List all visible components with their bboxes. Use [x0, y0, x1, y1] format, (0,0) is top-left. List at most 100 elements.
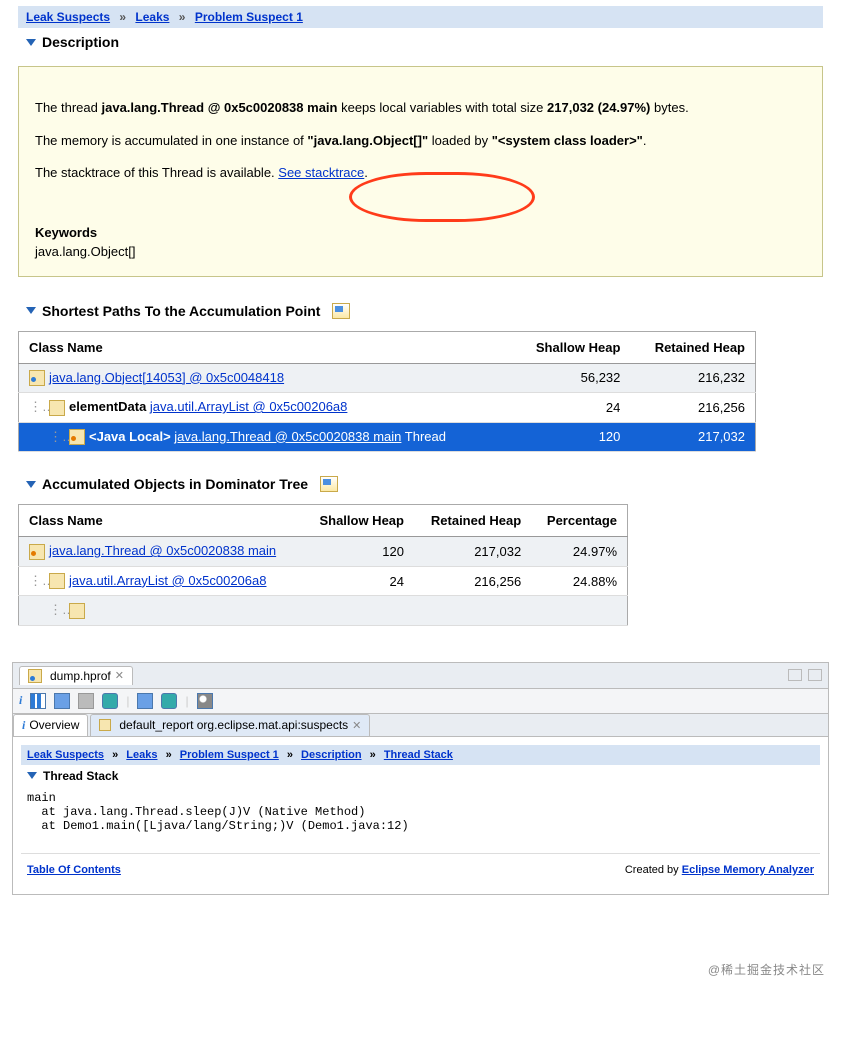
col-shallow[interactable]: Shallow Heap — [512, 331, 630, 363]
search-icon[interactable] — [197, 693, 213, 709]
pct-cell: 24.88% — [531, 566, 627, 596]
col-retained[interactable]: Retained Heap — [414, 505, 531, 537]
subtab-label: Overview — [29, 718, 79, 732]
shallow-cell: 24 — [512, 393, 630, 423]
object-icon — [49, 400, 65, 416]
report-footer: Table Of Contents Created by Eclipse Mem… — [21, 853, 820, 886]
collapse-icon — [26, 307, 36, 314]
class-link[interactable]: java.lang.Thread @ 0x5c0020838 main — [49, 543, 276, 558]
maximize-icon[interactable] — [808, 669, 822, 681]
dominator-table: Class Name Shallow Heap Retained Heap Pe… — [18, 504, 628, 626]
run-icon[interactable] — [137, 693, 153, 709]
subtab-overview[interactable]: i Overview — [13, 714, 88, 736]
shallow-cell: 120 — [303, 537, 414, 567]
retained-cell: 217,032 — [630, 422, 755, 452]
breadcrumb: Leak Suspects » Leaks » Problem Suspect … — [21, 745, 820, 765]
table-row-selected[interactable]: ⋮…<Java Local> java.lang.Thread @ 0x5c00… — [19, 422, 756, 452]
col-shallow[interactable]: Shallow Heap — [303, 505, 414, 537]
field-name: <Java Local> — [89, 429, 174, 444]
section-description-header[interactable]: Description — [18, 28, 823, 56]
breadcrumb-link[interactable]: Leaks — [135, 10, 169, 24]
retained-cell: 216,232 — [630, 363, 755, 393]
histogram-icon[interactable] — [30, 693, 46, 709]
editor-tabbar: dump.hprof ✕ — [13, 663, 828, 689]
table-row[interactable]: ⋮…elementData java.util.ArrayList @ 0x5c… — [19, 393, 756, 423]
retained-cell: 216,256 — [630, 393, 755, 423]
created-by-label: Created by — [625, 864, 682, 876]
desc-text: The stacktrace of this Thread is availab… — [35, 165, 278, 180]
retained-cell: 217,032 — [414, 537, 531, 567]
thread-icon[interactable] — [102, 693, 118, 709]
breadcrumb-link[interactable]: Leaks — [126, 749, 157, 761]
file-tab-label: dump.hprof — [50, 669, 111, 683]
subtab-report[interactable]: default_report org.eclipse.mat.api:suspe… — [90, 714, 370, 736]
class-link[interactable]: java.util.ArrayList @ 0x5c00206a8 — [69, 573, 266, 588]
object-icon — [49, 573, 65, 589]
report-icon — [99, 719, 111, 731]
breadcrumb: Leak Suspects » Leaks » Problem Suspect … — [18, 6, 823, 28]
desc-text: The memory is accumulated in one instanc… — [35, 133, 307, 148]
desc-bold: "<system class loader>" — [492, 133, 643, 148]
breadcrumb-link[interactable]: Problem Suspect 1 — [180, 749, 279, 761]
created-by-link[interactable]: Eclipse Memory Analyzer — [682, 864, 814, 876]
file-tab[interactable]: dump.hprof ✕ — [19, 666, 133, 685]
class-link[interactable]: java.lang.Thread @ 0x5c0020838 main — [174, 429, 401, 444]
collapse-icon — [27, 772, 37, 779]
col-retained[interactable]: Retained Heap — [630, 331, 755, 363]
close-icon[interactable]: ✕ — [352, 719, 361, 732]
desc-bold: java.lang.Thread @ 0x5c0020838 main — [102, 100, 338, 115]
breadcrumb-sep: » — [370, 749, 376, 761]
desc-text: keeps local variables with total size — [337, 100, 547, 115]
section-thread-stack-header[interactable]: Thread Stack — [21, 765, 820, 787]
desc-text: . — [364, 165, 368, 180]
section-title: Accumulated Objects in Dominator Tree — [42, 476, 308, 492]
breadcrumb-sep: » — [166, 749, 172, 761]
section-dominator-header[interactable]: Accumulated Objects in Dominator Tree — [18, 470, 823, 498]
breadcrumb-link[interactable]: Thread Stack — [384, 749, 453, 761]
stacktrace-text: main at java.lang.Thread.sleep(J)V (Nati… — [27, 791, 814, 833]
breadcrumb-sep: » — [112, 749, 118, 761]
query-icon[interactable] — [161, 693, 177, 709]
breadcrumb-link[interactable]: Description — [301, 749, 362, 761]
editor-panel: dump.hprof ✕ i | | i Overview — [12, 662, 829, 895]
breadcrumb-link[interactable]: Leak Suspects — [26, 10, 110, 24]
col-classname[interactable]: Class Name — [19, 331, 513, 363]
desc-text: loaded by — [428, 133, 492, 148]
retained-cell: 216,256 — [414, 566, 531, 596]
field-name: elementData — [69, 399, 150, 414]
table-row[interactable]: ⋮… — [19, 596, 628, 626]
keywords-value: java.lang.Object[] — [35, 242, 806, 262]
tree-icon[interactable] — [54, 693, 70, 709]
table-row[interactable]: ⋮…java.util.ArrayList @ 0x5c00206a8 24 2… — [19, 566, 628, 596]
object-icon — [69, 429, 85, 445]
class-link[interactable]: java.util.ArrayList @ 0x5c00206a8 — [150, 399, 347, 414]
breadcrumb-link[interactable]: Leak Suspects — [27, 749, 104, 761]
info-icon: i — [22, 718, 25, 733]
heap-file-icon — [28, 669, 42, 683]
col-classname[interactable]: Class Name — [19, 505, 303, 537]
table-row[interactable]: java.lang.Object[14053] @ 0x5c0048418 56… — [19, 363, 756, 393]
info-icon[interactable]: i — [19, 693, 22, 708]
close-icon[interactable]: ✕ — [115, 669, 124, 682]
section-title: Shortest Paths To the Accumulation Point — [42, 303, 320, 319]
shortest-paths-table: Class Name Shallow Heap Retained Heap ja… — [18, 331, 756, 453]
class-suffix: Thread — [401, 429, 446, 444]
description-box: The thread java.lang.Thread @ 0x5c002083… — [18, 66, 823, 277]
object-icon — [69, 603, 85, 619]
breadcrumb-sep: » — [179, 10, 186, 24]
section-shortest-paths-header[interactable]: Shortest Paths To the Accumulation Point — [18, 297, 823, 325]
oql-icon[interactable] — [78, 693, 94, 709]
toc-link[interactable]: Table Of Contents — [27, 864, 121, 876]
minimize-icon[interactable] — [788, 669, 802, 681]
class-link[interactable]: java.lang.Object[14053] @ 0x5c0048418 — [49, 370, 284, 385]
see-stacktrace-link[interactable]: See stacktrace — [278, 165, 364, 180]
subtab-bar: i Overview default_report org.eclipse.ma… — [13, 714, 828, 737]
desc-text: bytes. — [650, 100, 688, 115]
subtab-label: default_report org.eclipse.mat.api:suspe… — [119, 718, 348, 732]
section-title: Description — [42, 34, 119, 50]
col-pct[interactable]: Percentage — [531, 505, 627, 537]
breadcrumb-link[interactable]: Problem Suspect 1 — [195, 10, 303, 24]
pct-cell: 24.97% — [531, 537, 627, 567]
table-row[interactable]: java.lang.Thread @ 0x5c0020838 main 120 … — [19, 537, 628, 567]
object-icon — [29, 544, 45, 560]
